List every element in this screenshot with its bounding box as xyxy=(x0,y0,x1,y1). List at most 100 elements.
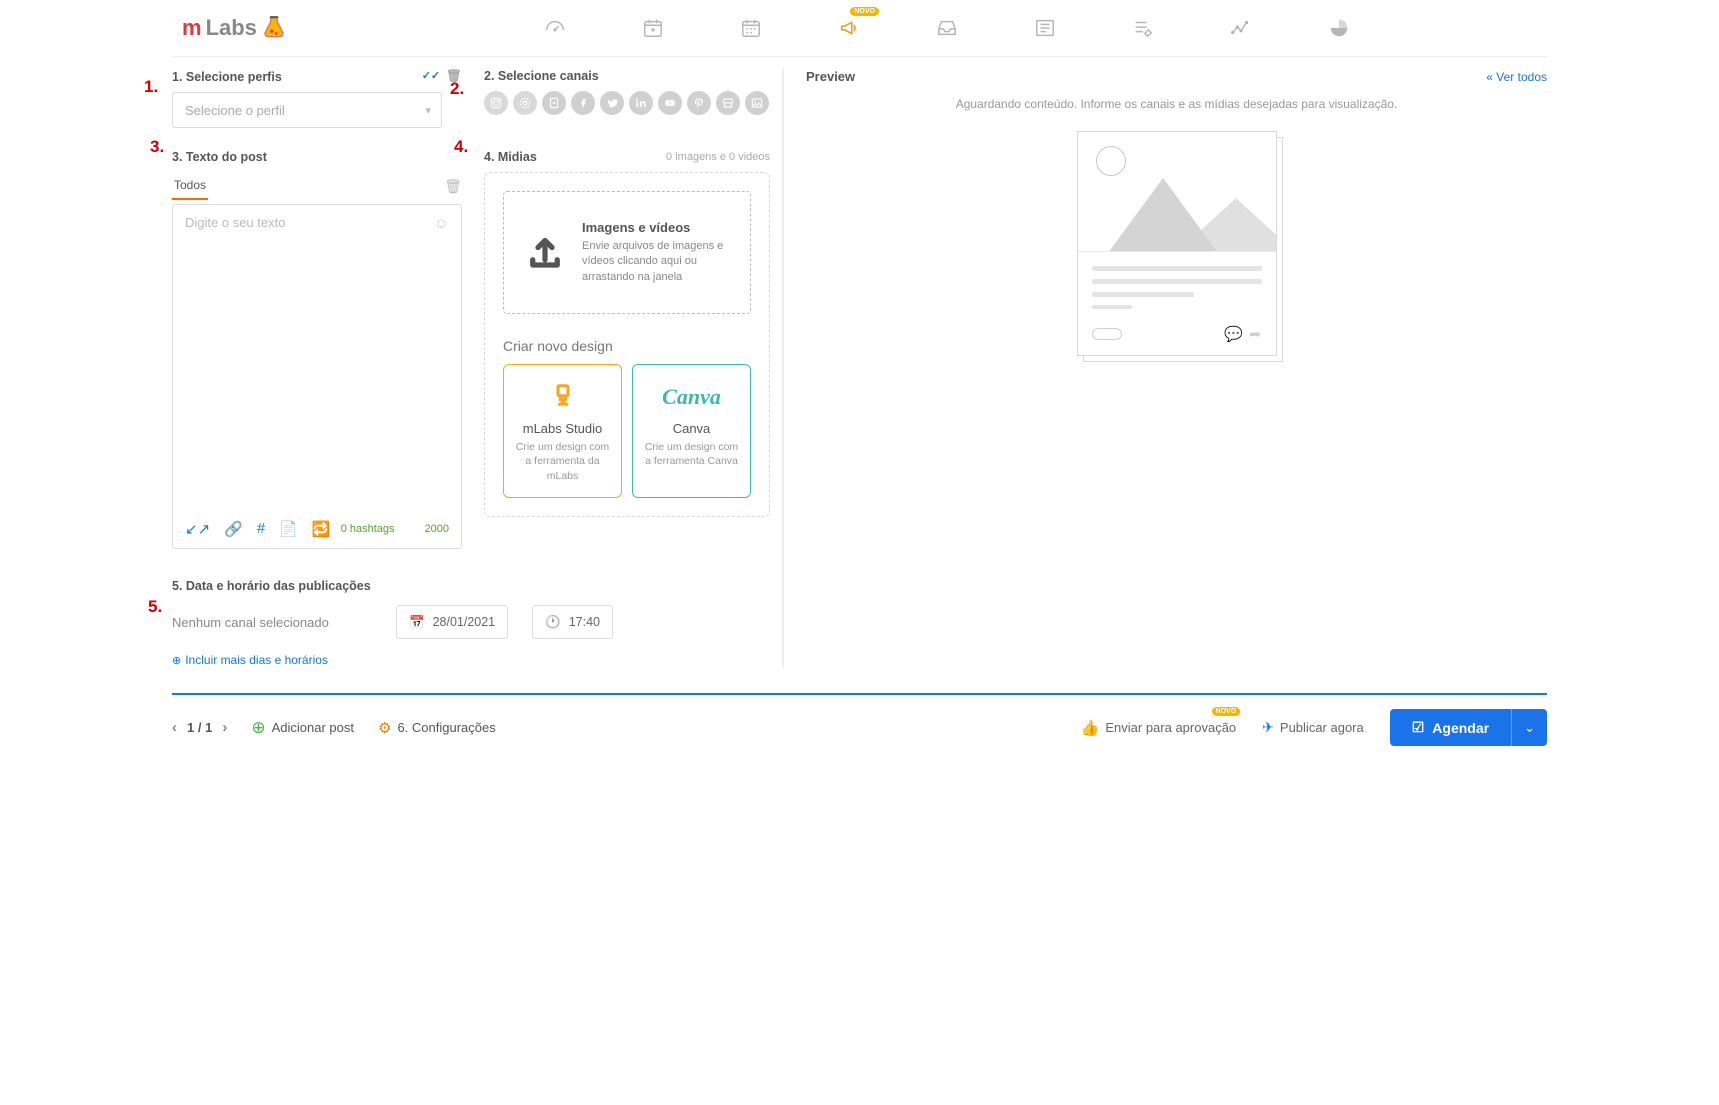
preview-title: Preview xyxy=(806,69,855,84)
retweet-icon[interactable]: 🔁 xyxy=(312,520,331,538)
schedule-date-input[interactable]: 📅 28/01/2021 xyxy=(396,605,508,639)
send-approval-button[interactable]: 👍 Enviar para aprovação NOVO xyxy=(1081,719,1237,737)
pager-next-button[interactable]: › xyxy=(222,719,227,736)
channels-section-label: 2. Selecione canais xyxy=(484,69,770,83)
plus-circle-icon: ⊕ xyxy=(251,718,265,738)
text-tab-todos[interactable]: Todos xyxy=(172,172,208,200)
logo-labs: Labs xyxy=(206,15,257,41)
logo-m: m xyxy=(182,15,202,41)
shrink-icon[interactable]: ↙↗ xyxy=(185,520,210,538)
media-section-label: 4. Midias 0 imagens e 0 videos xyxy=(484,150,770,164)
add-post-button[interactable]: ⊕ Adicionar post xyxy=(251,718,354,738)
hashtag-counter: 0 hashtags xyxy=(341,523,395,535)
text-section-label: 3. Texto do post xyxy=(172,150,462,164)
post-pager: ‹ 1 / 1 › xyxy=(172,719,227,736)
channel-instagram-feed[interactable] xyxy=(484,91,508,115)
send-approval-label: Enviar para aprovação xyxy=(1105,720,1236,735)
profiles-trash-icon[interactable]: 🗑 xyxy=(446,69,462,84)
mlabs-studio-desc: Crie um design com a ferramenta da mLabs xyxy=(514,440,611,483)
calendar-add-icon[interactable] xyxy=(639,17,667,39)
config-label: 6. Configurações xyxy=(397,720,495,735)
schedule-button[interactable]: ☑ Agendar ⌄ xyxy=(1390,709,1547,746)
upload-description: Envie arquivos de imagens e vídeos clica… xyxy=(582,239,730,285)
channel-facebook[interactable] xyxy=(571,91,595,115)
analytics-icon[interactable] xyxy=(1227,17,1255,39)
media-label-text: 4. Midias xyxy=(484,150,537,164)
link-icon[interactable]: 🔗 xyxy=(224,520,243,538)
pager-prev-button[interactable]: ‹ xyxy=(172,719,177,736)
list-edit-icon[interactable] xyxy=(1129,17,1157,39)
channel-pinterest[interactable] xyxy=(687,91,711,115)
channel-instagram-stories[interactable] xyxy=(513,91,537,115)
bottom-bar: ‹ 1 / 1 › ⊕ Adicionar post ⚙ 6. Configur… xyxy=(172,693,1547,760)
gear-icon: ⚙ xyxy=(378,719,391,737)
preview-image-placeholder xyxy=(1078,132,1276,252)
channel-image[interactable] xyxy=(745,91,769,115)
channel-twitter[interactable] xyxy=(600,91,624,115)
channels-list xyxy=(484,91,770,115)
mlabs-studio-title: mLabs Studio xyxy=(514,421,611,436)
schedule-channel-status: Nenhum canal selecionado xyxy=(172,615,372,630)
publish-now-label: Publicar agora xyxy=(1280,720,1364,735)
profile-select[interactable]: Selecione o perfil xyxy=(172,92,442,128)
add-more-days-text: Incluir mais dias e horários xyxy=(185,653,328,667)
pager-total: 1 xyxy=(205,720,212,735)
channel-stories-generic[interactable] xyxy=(542,91,566,115)
schedule-date-value: 28/01/2021 xyxy=(433,615,496,629)
preview-cta-placeholder xyxy=(1092,328,1122,340)
novo-badge-approval: NOVO xyxy=(1212,707,1241,716)
novo-badge: NOVO xyxy=(850,7,879,16)
dashboard-icon[interactable] xyxy=(541,17,569,39)
config-button[interactable]: ⚙ 6. Configurações xyxy=(378,719,496,737)
schedule-caret-button[interactable]: ⌄ xyxy=(1511,709,1547,746)
pager-current: 1 xyxy=(187,720,194,735)
canva-card[interactable]: Canva Canva Crie um design com a ferrame… xyxy=(632,364,751,498)
post-text-input[interactable] xyxy=(185,215,449,505)
mlabs-studio-card[interactable]: mLabs Studio Crie um design com a ferram… xyxy=(503,364,622,498)
send-icon: ✈ xyxy=(1262,719,1274,736)
file-icon[interactable]: 📄 xyxy=(279,520,298,538)
text-trash-icon[interactable]: 🗑 xyxy=(444,178,462,195)
feed-icon[interactable] xyxy=(1031,17,1059,39)
channel-linkedin[interactable] xyxy=(629,91,653,115)
media-count: 0 imagens e 0 videos xyxy=(666,151,770,163)
profiles-label-text: 1. Selecione perfis xyxy=(172,70,282,84)
publish-now-button[interactable]: ✈ Publicar agora xyxy=(1262,719,1364,736)
calendar-small-icon: 📅 xyxy=(409,615,425,630)
channel-youtube[interactable] xyxy=(658,91,682,115)
inbox-icon[interactable] xyxy=(933,17,961,39)
megaphone-icon[interactable]: NOVO xyxy=(835,17,863,39)
media-panel: Imagens e vídeos Envie arquivos de image… xyxy=(484,172,770,517)
channel-gmb[interactable] xyxy=(716,91,740,115)
pie-icon[interactable] xyxy=(1325,17,1353,39)
callout-3: 3. xyxy=(150,137,164,157)
preview-waiting-message: Aguardando conteúdo. Informe os canais e… xyxy=(806,96,1547,113)
calendar-icon[interactable] xyxy=(737,17,765,39)
char-counter: 2000 xyxy=(425,523,449,535)
logo-flask-icon xyxy=(261,14,287,42)
thumbs-up-icon: 👍 xyxy=(1081,719,1100,737)
upload-dropzone[interactable]: Imagens e vídeos Envie arquivos de image… xyxy=(503,191,751,314)
post-text-container: ☺ ↙↗ 🔗 # 📄 🔁 0 hashtags 200 xyxy=(172,204,462,549)
emoji-button-icon[interactable]: ☺ xyxy=(434,215,449,232)
callout-1: 1. xyxy=(144,77,158,97)
add-more-days-link[interactable]: Incluir mais dias e horários xyxy=(172,653,770,667)
channels-label-text: 2. Selecione canais xyxy=(484,69,599,83)
hashtag-icon[interactable]: # xyxy=(257,520,265,538)
profiles-check-icon[interactable]: ✓✓ xyxy=(422,69,440,84)
schedule-section-label: 5. Data e horário das publicações xyxy=(172,579,770,593)
preview-text-placeholder xyxy=(1078,252,1276,319)
design-label: Criar novo design xyxy=(503,338,751,354)
schedule-time-input[interactable]: 🕐 17:40 xyxy=(532,605,613,639)
top-navigation: mLabs NOVO xyxy=(172,0,1547,57)
add-post-label: Adicionar post xyxy=(272,720,354,735)
preview-comment-icon: 💬 xyxy=(1224,325,1243,343)
preview-see-all-link[interactable]: « Ver todos xyxy=(1486,70,1547,84)
calendar-check-icon: ☑ xyxy=(1412,719,1425,736)
canva-desc: Crie um design com a ferramenta Canva xyxy=(643,440,740,468)
preview-share-icon: ➦ xyxy=(1249,325,1262,343)
profile-select-placeholder: Selecione o perfil xyxy=(185,103,285,118)
schedule-time-value: 17:40 xyxy=(569,615,600,629)
nav-icons: NOVO xyxy=(347,17,1547,39)
canva-logo-icon: Canva xyxy=(643,379,740,415)
